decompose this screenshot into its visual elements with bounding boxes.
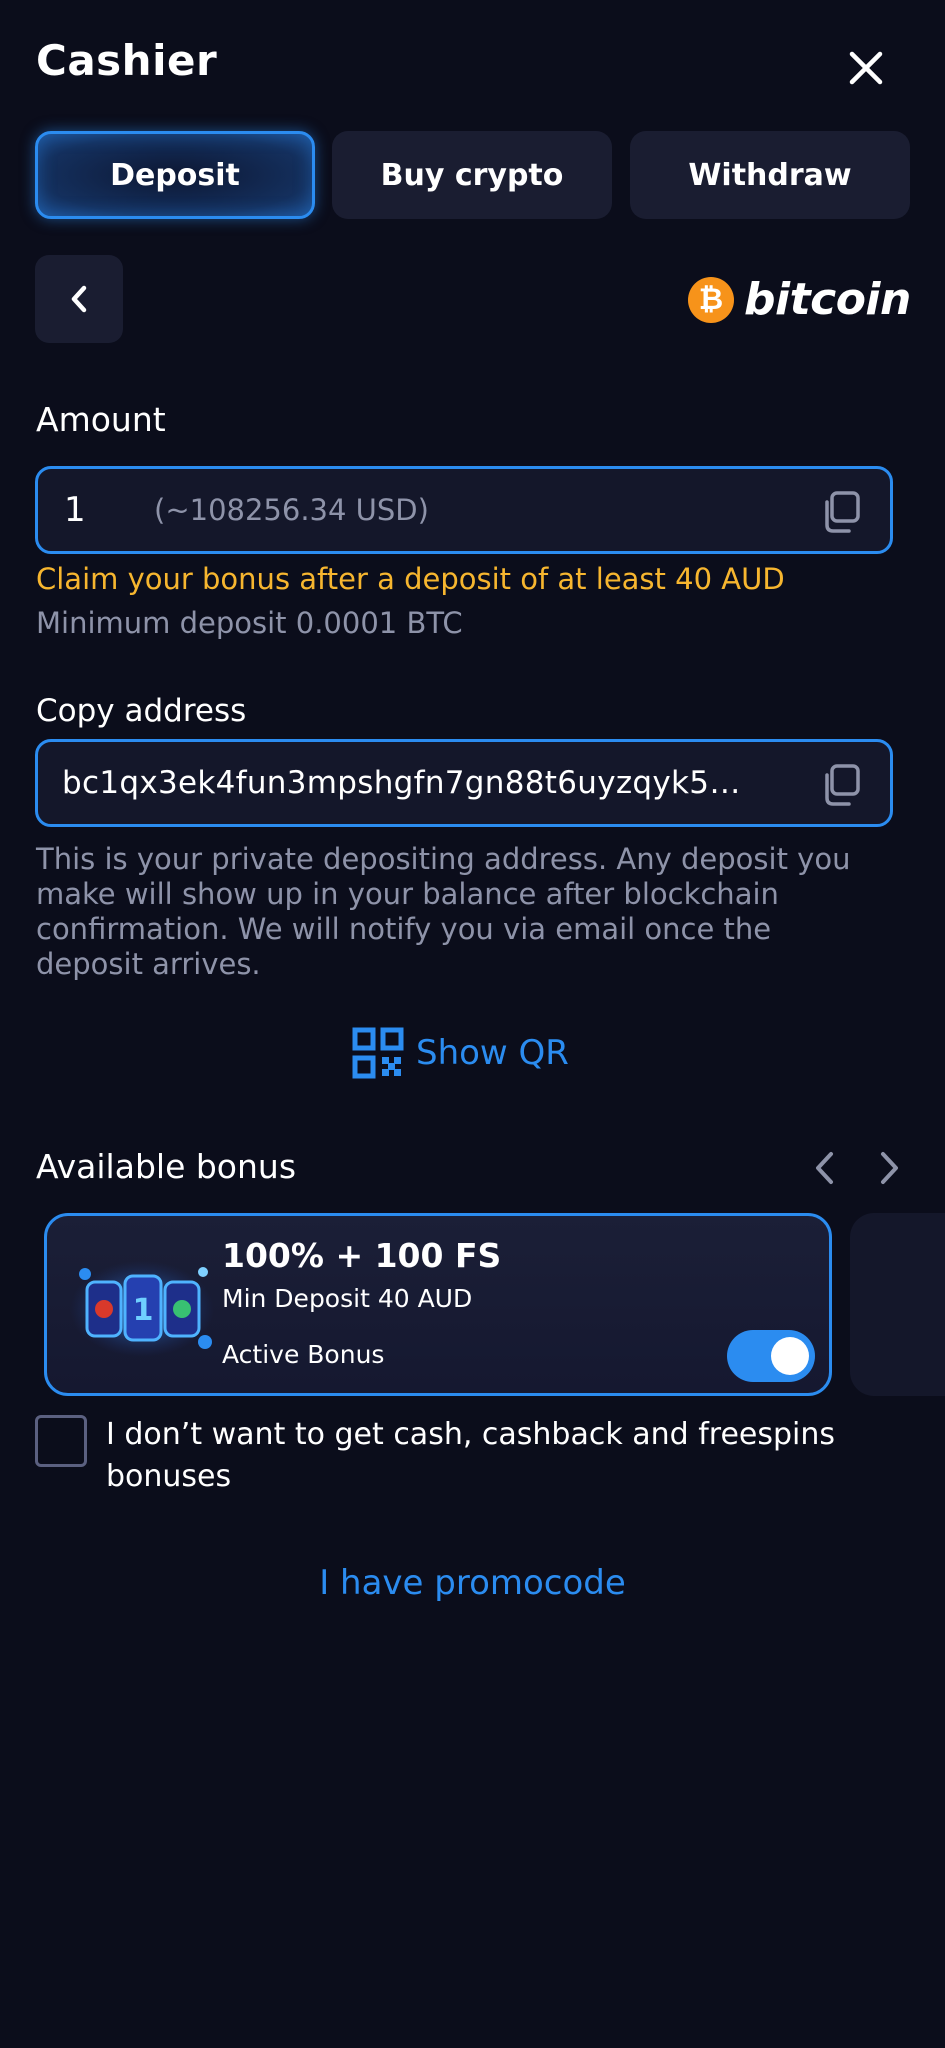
tab-buy-crypto[interactable]: Buy crypto [332,131,612,219]
copy-icon[interactable] [818,489,864,535]
show-qr-button[interactable]: Show QR [352,1027,569,1079]
bitcoin-icon: ₿ [688,276,734,323]
toggle-knob [771,1337,809,1375]
tab-withdraw[interactable]: Withdraw [630,131,910,219]
chevron-left-icon[interactable] [806,1148,846,1188]
qr-code-icon [352,1027,404,1079]
available-bonus-label: Available bonus [36,1147,297,1186]
close-button[interactable] [838,40,894,96]
copy-address-label: Copy address [36,693,247,729]
bonus-card[interactable]: 1 100% + 100 FS Min Deposit 40 AUD Activ… [44,1213,832,1396]
no-bonus-label: I don’t want to get cash, cashback and f… [106,1417,836,1494]
tab-deposit[interactable]: Deposit [35,131,315,219]
amount-label: Amount [36,400,166,439]
slot-machine-icon: 1 [70,1261,214,1357]
address-info-text: This is your private depositing address.… [36,842,851,981]
show-qr-label: Show QR [416,1033,569,1073]
chevron-left-icon [71,285,87,313]
back-button[interactable] [35,255,123,343]
bonus-min-deposit: Min Deposit 40 AUD [222,1284,473,1313]
page-title: Cashier [36,36,218,85]
amount-value[interactable]: 1 [64,490,134,530]
bonus-title: 100% + 100 FS [222,1236,502,1275]
bonus-warning-text: Claim your bonus after a deposit of at l… [36,562,785,596]
svg-text:1: 1 [133,1293,154,1328]
min-deposit-text: Minimum deposit 0.0001 BTC [36,606,463,640]
bitcoin-logo: ₿ bitcoin [688,274,911,325]
bitcoin-wordmark: bitcoin [744,274,911,325]
promocode-link[interactable]: I have promocode [0,1563,945,1603]
copy-icon[interactable] [818,762,864,808]
no-bonus-checkbox[interactable] [35,1415,87,1467]
bonus-toggle[interactable] [727,1330,815,1382]
chevron-right-icon[interactable] [868,1148,908,1188]
amount-converted: (~108256.34 USD) [154,493,429,527]
bonus-status: Active Bonus [222,1340,385,1369]
close-icon [849,51,883,85]
amount-field[interactable]: 1 (~108256.34 USD) [35,466,893,554]
address-value[interactable]: bc1qx3ek4fun3mpshgfn7gn88t6uyzqyk5… [62,765,832,801]
next-bonus-card-peek[interactable] [850,1213,945,1396]
address-field[interactable]: bc1qx3ek4fun3mpshgfn7gn88t6uyzqyk5… [35,739,893,827]
